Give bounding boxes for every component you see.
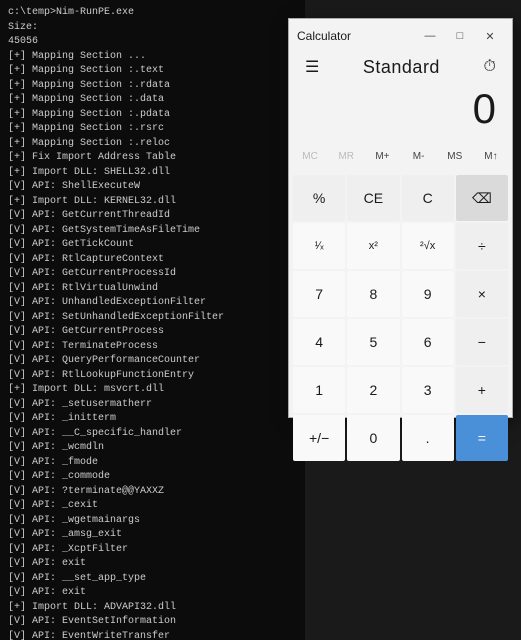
terminal-line: [V] API: _commode — [8, 470, 297, 485]
calc-button-grid: %CEC⌫ ¹∕ₓx²²√x÷ 789× 456− 123+ +/−0.= — [289, 173, 512, 465]
memory-button-ms[interactable]: MS — [438, 141, 472, 171]
memory-button-mc[interactable]: MC — [293, 141, 327, 171]
calc-button-[interactable]: +/− — [293, 415, 345, 461]
terminal-line: [V] API: _XcptFilter — [8, 543, 297, 558]
calc-button-[interactable]: ⌫ — [456, 175, 508, 221]
terminal-line: [V] API: UnhandledExceptionFilter — [8, 296, 297, 311]
terminal-line: [+] Import DLL: ADVAPI32.dll — [8, 601, 297, 616]
calc-button-5[interactable]: 5 — [347, 319, 399, 365]
terminal-line: [V] API: exit — [8, 586, 297, 601]
calculator-window: Calculator — □ ✕ ☰ Standard ⏱ 0 MCMRM+M-… — [288, 18, 513, 418]
calc-header: ☰ Standard ⏱ — [289, 51, 512, 81]
terminal-line: [V] API: __C_specific_handler — [8, 427, 297, 442]
calc-button-9[interactable]: 9 — [402, 271, 454, 317]
maximize-button[interactable]: □ — [446, 25, 474, 47]
terminal-line: [V] API: _initterm — [8, 412, 297, 427]
terminal-line: [V] API: GetSystemTimeAsFileTime — [8, 224, 297, 239]
memory-button-m[interactable]: M↑ — [474, 141, 508, 171]
minimize-button[interactable]: — — [416, 25, 444, 47]
calc-mode-title: Standard — [363, 57, 440, 78]
history-icon[interactable]: ⏱ — [480, 54, 500, 80]
calc-button-[interactable]: + — [456, 367, 508, 413]
terminal-line: [V] API: RtlLookupFunctionEntry — [8, 369, 297, 384]
window-controls: — □ ✕ — [416, 25, 504, 47]
terminal-line: [V] API: ?terminate@@YAXXZ — [8, 485, 297, 500]
terminal-line: c:\temp>Nim-RunPE.exe — [8, 6, 297, 21]
terminal-line: [+] Mapping Section :.rsrc — [8, 122, 297, 137]
memory-row: MCMRM+M-MSM↑ — [289, 141, 512, 171]
close-button[interactable]: ✕ — [476, 25, 504, 47]
calc-button-8[interactable]: 8 — [347, 271, 399, 317]
terminal-line: Size: — [8, 21, 297, 36]
terminal-line: [V] API: TerminateProcess — [8, 340, 297, 355]
terminal-line: [V] API: _wgetmainargs — [8, 514, 297, 529]
calc-button-[interactable]: . — [402, 415, 454, 461]
calc-button-7[interactable]: 7 — [293, 271, 345, 317]
calc-button-[interactable]: ¹∕ₓ — [293, 223, 345, 269]
terminal-line: [+] Import DLL: KERNEL32.dll — [8, 195, 297, 210]
calc-button-[interactable]: − — [456, 319, 508, 365]
calc-titlebar: Calculator — □ ✕ — [289, 19, 512, 51]
terminal-line: [V] API: _amsg_exit — [8, 528, 297, 543]
terminal-line: [V] API: GetCurrentThreadId — [8, 209, 297, 224]
calc-button-3[interactable]: 3 — [402, 367, 454, 413]
calc-button-4[interactable]: 4 — [293, 319, 345, 365]
terminal-line: [V] API: GetCurrentProcess — [8, 325, 297, 340]
terminal-line: [V] API: EventWriteTransfer — [8, 630, 297, 640]
memory-button-m[interactable]: M- — [402, 141, 436, 171]
calc-button-[interactable]: ÷ — [456, 223, 508, 269]
calc-display: 0 — [289, 81, 512, 141]
terminal-line: [V] API: _wcmdln — [8, 441, 297, 456]
memory-button-mr[interactable]: MR — [329, 141, 363, 171]
terminal-line: [V] API: _setusermatherr — [8, 398, 297, 413]
calc-button-0[interactable]: 0 — [347, 415, 399, 461]
memory-button-m[interactable]: M+ — [365, 141, 399, 171]
terminal-line: [+] Mapping Section :.text — [8, 64, 297, 79]
terminal-line: [+] Mapping Section :.data — [8, 93, 297, 108]
terminal-line: [+] Import DLL: msvcrt.dll — [8, 383, 297, 398]
terminal-line: [+] Import DLL: SHELL32.dll — [8, 166, 297, 181]
calc-button-6[interactable]: 6 — [402, 319, 454, 365]
terminal-line: [V] API: SetUnhandledExceptionFilter — [8, 311, 297, 326]
terminal-line: [+] Mapping Section ... — [8, 50, 297, 65]
terminal-line: [+] Fix Import Address Table — [8, 151, 297, 166]
calc-button-[interactable]: = — [456, 415, 508, 461]
calc-button-x[interactable]: ²√x — [402, 223, 454, 269]
terminal-line: 45056 — [8, 35, 297, 50]
calc-button-2[interactable]: 2 — [347, 367, 399, 413]
terminal-line: [V] API: QueryPerformanceCounter — [8, 354, 297, 369]
terminal-line: [V] API: __set_app_type — [8, 572, 297, 587]
terminal-line: [V] API: GetTickCount — [8, 238, 297, 253]
terminal-line: [+] Mapping Section :.reloc — [8, 137, 297, 152]
hamburger-icon[interactable]: ☰ — [301, 53, 323, 81]
calc-title: Calculator — [297, 29, 351, 43]
terminal-panel: c:\temp>Nim-RunPE.exeSize:45056[+] Mappi… — [0, 0, 305, 640]
calc-button-[interactable]: × — [456, 271, 508, 317]
terminal-line: [V] API: _cexit — [8, 499, 297, 514]
terminal-line: [V] API: RtlVirtualUnwind — [8, 282, 297, 297]
terminal-line: [+] Mapping Section :.rdata — [8, 79, 297, 94]
terminal-line: [V] API: _fmode — [8, 456, 297, 471]
terminal-line: [V] API: RtlCaptureContext — [8, 253, 297, 268]
calc-button-[interactable]: % — [293, 175, 345, 221]
terminal-line: [V] API: exit — [8, 557, 297, 572]
terminal-line: [V] API: GetCurrentProcessId — [8, 267, 297, 282]
terminal-line: [+] Mapping Section :.pdata — [8, 108, 297, 123]
calc-button-1[interactable]: 1 — [293, 367, 345, 413]
terminal-line: [V] API: EventSetInformation — [8, 615, 297, 630]
calc-button-C[interactable]: C — [402, 175, 454, 221]
calc-button-x[interactable]: x² — [347, 223, 399, 269]
terminal-line: [V] API: ShellExecuteW — [8, 180, 297, 195]
calc-button-CE[interactable]: CE — [347, 175, 399, 221]
